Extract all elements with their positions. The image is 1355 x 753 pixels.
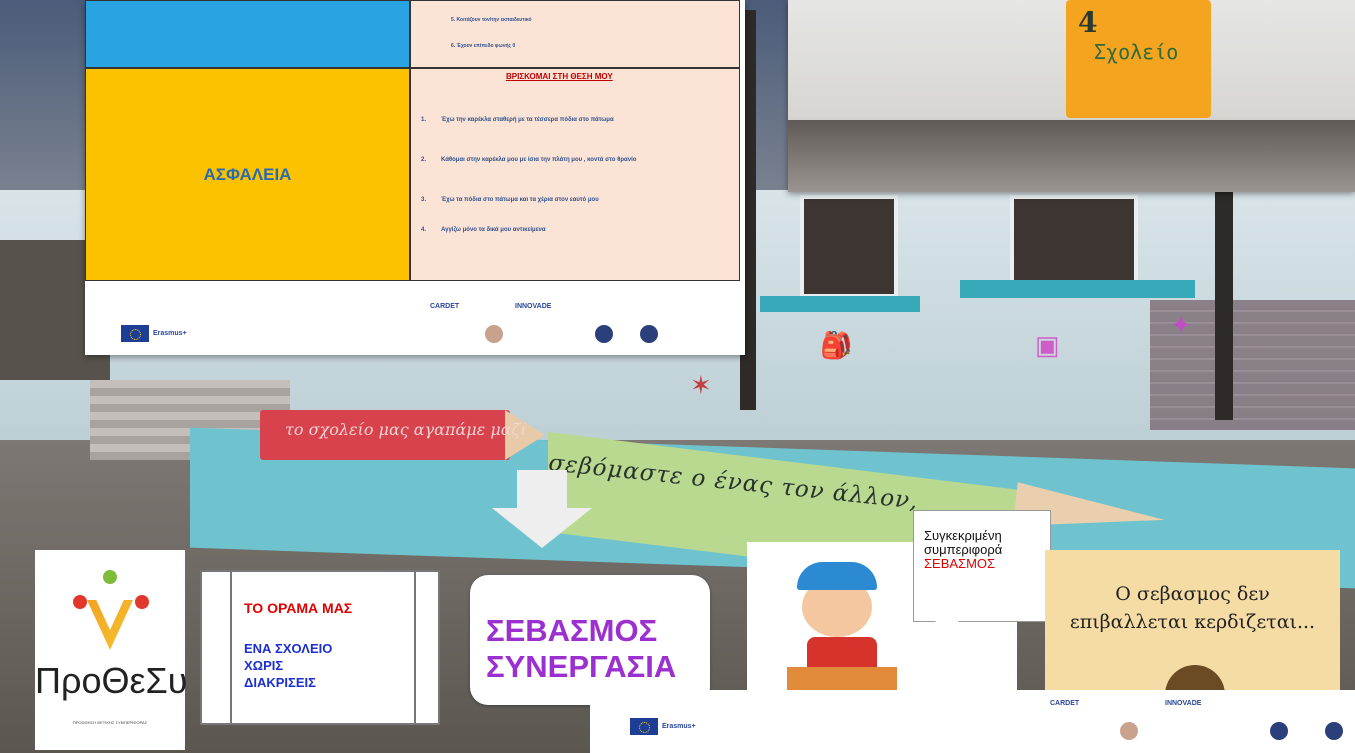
partner-seal-icon: [1120, 722, 1138, 740]
partner-seal-icon: [595, 325, 613, 343]
partner-seal-icon: [485, 325, 503, 343]
classroom-number: 4: [1078, 6, 1098, 39]
desk-icon: [787, 667, 897, 692]
erasmus-footer: Erasmus+ CARDET INNOVADE: [590, 690, 1355, 753]
down-arrow-head: [492, 508, 592, 548]
speech-bubble-tail: [935, 621, 959, 633]
slide-row-content: 5. Κοιτάζουν τον/την εκπαιδευτικό 6. Έχο…: [410, 0, 740, 68]
cap-icon: [797, 562, 877, 590]
partner-logo: INNOVADE: [515, 303, 552, 310]
classroom-door-photo: 4 Σχολείο: [788, 0, 1355, 192]
slide-section-content: ΒΡΙΣΚΟΜΑΙ ΣΤΗ ΘΕΣΗ ΜΟΥ 1. Έχω την καρέκλα…: [410, 68, 740, 281]
slide-item: 5. Κοιτάζουν τον/την εκπαιδευτικό: [451, 17, 532, 23]
values-text: ΣΕΒΑΣΜΟΣ ΣΥΝΕΡΓΑΣΙΑ: [486, 613, 677, 684]
window-sill: [760, 296, 920, 312]
list-item: 1. Έχω την καρέκλα σταθερή με τα τέσσερα …: [421, 117, 614, 123]
slide-heading: ΒΡΙΣΚΟΜΑΙ ΣΤΗ ΘΕΣΗ ΜΟΥ: [506, 72, 613, 81]
slide-section-cell: ΑΣΦΑΛΕΙΑ: [85, 68, 410, 281]
partner-logo: INNOVADE: [1165, 700, 1202, 707]
erasmus-logo: Erasmus+: [630, 718, 696, 735]
partner-logo: CARDET: [1050, 700, 1080, 707]
speech-bubble: Συγκεκριμένη συμπεριφορά ΣΕΒΑΣΜΟΣ: [913, 510, 1051, 622]
red-pencil-text: το σχολείο μας αγαπάμε μαζί: [285, 420, 527, 439]
roof-overhang: [788, 120, 1355, 192]
book-drawing-icon: ▣: [1035, 330, 1060, 360]
list-item: 3. Έχω τα πόδια στο πάτωμα και τα χέρια σ…: [421, 197, 599, 203]
eu-flag-icon: [630, 718, 658, 735]
respect-quote: Ο σεβασμος δεν επιβαλλεται κερδιζεται...: [1045, 550, 1340, 695]
window-sill: [960, 280, 1195, 298]
backpack-drawing-icon: 🎒: [820, 330, 853, 360]
slide-section-label: ΑΣΦΑΛΕΙΑ: [203, 164, 292, 184]
classroom-sign-text: Σχολείο: [1094, 40, 1179, 64]
person-figure-icon: [103, 570, 117, 584]
window: [1010, 195, 1138, 288]
star-drawing-icon: ✦: [1170, 310, 1192, 340]
partner-seal-icon: [1270, 722, 1288, 740]
slide-row-label: [85, 0, 410, 68]
person-figure-icon: [135, 595, 149, 609]
values-scroll: ΣΕΒΑΣΜΟΣ ΣΥΝΕΡΓΑΣΙΑ: [470, 575, 710, 705]
partner-seal-icon: [1325, 722, 1343, 740]
vision-box: ΤΟ ΟΡΑΜΑ ΜΑΣ ΕΝΑ ΣΧΟΛΕΙΟ ΧΩΡΙΣ ΔΙΑΚΡΙΣΕΙ…: [200, 570, 440, 725]
quote-text: Ο σεβασμος δεν επιβαλλεται κερδιζεται...: [1069, 583, 1316, 633]
person-figure-icon: [73, 595, 87, 609]
slide-footer: Erasmus+ CARDET INNOVADE: [85, 281, 745, 355]
vision-title: ΤΟ ΟΡΑΜΑ ΜΑΣ: [244, 600, 353, 616]
partner-seal-icon: [640, 325, 658, 343]
speech-bubble-text: Συγκεκριμένη συμπεριφορά ΣΕΒΑΣΜΟΣ: [924, 528, 1003, 571]
star-drawing-icon: ✶: [690, 370, 712, 400]
list-item: 2. Κάθομαι στην καρέκλα μου με ίσια την π…: [421, 157, 637, 163]
down-arrow-icon: [517, 470, 567, 510]
logo-subtitle: ΠΡΟΩΘΗΣΗ ΘΕΤΙΚΗΣ ΣΥΜΠΕΡΙΦΟΡΑΣ: [72, 720, 148, 725]
slide-item: 6. Έχουν επίπεδο φωνής 0: [451, 43, 516, 49]
logo-name: ΠροΘεΣυ: [35, 660, 188, 701]
window: [800, 195, 898, 298]
vision-body: ΕΝΑ ΣΧΟΛΕΙΟ ΧΩΡΙΣ ΔΙΑΚΡΙΣΕΙΣ: [244, 641, 333, 690]
v-shape-icon: [87, 600, 133, 650]
list-item: 4. Αγγίζω μόνο τα δικά μου αντικείμενα: [421, 227, 546, 233]
erasmus-logo: Erasmus+: [121, 325, 187, 342]
protheso-logo: ΠροΘεΣυ ΠΡΟΩΘΗΣΗ ΘΕΤΙΚΗΣ ΣΥΜΠΕΡΙΦΟΡΑΣ: [35, 550, 188, 750]
partner-logo: CARDET: [430, 303, 460, 310]
pillar: [1215, 190, 1233, 420]
eu-flag-icon: [121, 325, 149, 342]
rules-slide: 5. Κοιτάζουν τον/την εκπαιδευτικό 6. Έχο…: [85, 0, 745, 355]
